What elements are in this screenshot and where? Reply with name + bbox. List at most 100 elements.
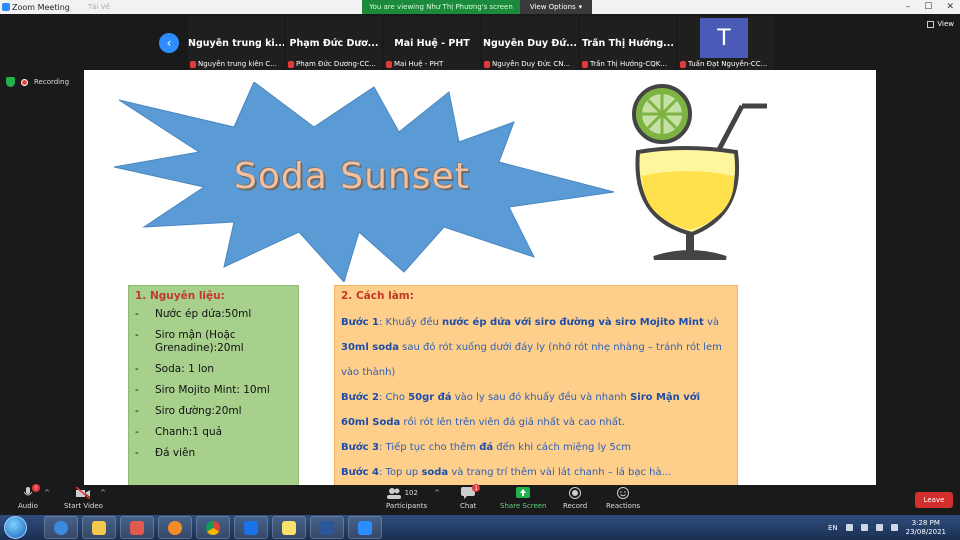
internet-explorer-icon — [54, 520, 68, 535]
participant-tile[interactable]: Trần Thị Hướng... Trần Thị Hướng-CQK... — [580, 16, 676, 70]
system-clock[interactable]: 3:28 PM 23/08/2021 — [906, 519, 946, 537]
tray-arrow-icon[interactable] — [845, 524, 853, 531]
network-icon[interactable] — [860, 524, 868, 531]
recording-icon — [21, 78, 28, 86]
meeting-status: Recording — [6, 77, 69, 87]
window-title: Zoom Meeting — [12, 2, 70, 12]
participant-tile[interactable]: T Tuấn Đạt Nguyễn-CC... — [678, 16, 774, 70]
list-item: - Chanh:1 quả — [135, 426, 223, 438]
audio-options-caret[interactable]: ^ — [44, 489, 50, 497]
audio-button[interactable]: ! Audio — [18, 484, 40, 510]
view-options-button[interactable]: View Options ▾ — [520, 0, 592, 14]
grid-view-icon — [927, 20, 935, 28]
taskbar-app-word[interactable] — [310, 516, 344, 539]
zalo-icon — [244, 520, 258, 535]
zoom-app-icon — [2, 3, 10, 11]
video-options-caret[interactable]: ^ — [100, 489, 106, 497]
method-box: 2. Cách làm: Bước 1: Khuấy đều nước ép d… — [334, 285, 738, 485]
battery-icon[interactable] — [890, 524, 898, 531]
leave-button[interactable]: Leave — [915, 492, 953, 508]
participants-label: Participants — [386, 502, 428, 510]
app-icon — [130, 520, 144, 535]
step-2: Bước 2: Cho 50gr đá vào ly sau đó khuấy … — [341, 392, 701, 428]
share-screen-icon — [516, 487, 531, 499]
ghost-tab-label: Tải Về — [88, 3, 110, 11]
list-item: - Siro mận (Hoặc Grenadine):20ml — [135, 329, 244, 354]
language-indicator[interactable]: EN — [828, 524, 838, 532]
sticky-notes-icon — [282, 520, 296, 535]
taskbar-app-ie[interactable] — [44, 516, 78, 539]
participant-tile[interactable]: Nguyễn trung ki... Nguyễn trung kiên C..… — [188, 16, 284, 70]
viewing-banner: You are viewing Như Thị Phương's screen — [362, 0, 520, 14]
record-button[interactable]: Record — [563, 487, 587, 510]
view-button[interactable]: View — [927, 20, 954, 28]
meeting-toolbar: ! Audio ^ Start Video ^ 102 Participants… — [0, 484, 960, 515]
list-item: - Nước ép dứa:50ml — [135, 308, 252, 320]
taskbar-app-red[interactable] — [120, 516, 154, 539]
participant-name: Mai Huệ - PHT — [394, 38, 470, 49]
chat-label: Chat — [460, 502, 477, 510]
security-shield-icon[interactable] — [6, 77, 15, 87]
participants-count: 102 — [404, 489, 418, 497]
muted-mic-icon — [680, 60, 686, 68]
close-icon[interactable]: ✕ — [946, 0, 954, 14]
participant-name: Nguyễn trung ki... — [188, 38, 284, 49]
participant-label: Trần Thị Hướng-CQK... — [590, 60, 668, 68]
slide-title: Soda Sunset — [234, 156, 470, 197]
taskbar-app-notes[interactable] — [272, 516, 306, 539]
muted-mic-icon — [288, 60, 294, 68]
step-4: Bước 4: Top up soda và trang trí thêm và… — [341, 467, 672, 478]
participants-button[interactable]: 102 Participants — [386, 487, 427, 510]
reactions-button[interactable]: Reactions — [606, 487, 640, 510]
word-icon — [320, 520, 334, 535]
share-screen-button[interactable]: Share Screen — [500, 487, 547, 510]
muted-mic-icon — [190, 60, 196, 68]
participant-label: Phạm Đức Dương-CC... — [296, 60, 376, 68]
previous-page-button[interactable]: ‹ — [159, 33, 179, 53]
record-label: Record — [563, 502, 588, 510]
participant-tile[interactable]: Phạm Đức Dươ... Phạm Đức Dương-CC... — [286, 16, 382, 70]
method-heading: 2. Cách làm: — [341, 290, 414, 302]
participant-label: Tuấn Đạt Nguyễn-CC... — [688, 60, 768, 68]
participants-options-caret[interactable]: ^ — [434, 489, 440, 497]
participant-tile[interactable]: Nguyễn Duy Đứ... Nguyễn Duy Đức CN... — [482, 16, 578, 70]
participant-label: Nguyễn Duy Đức CN... — [492, 60, 571, 68]
recording-label: Recording — [34, 78, 70, 86]
list-item: - Siro đường:20ml — [135, 405, 242, 417]
taskbar-app-media[interactable] — [158, 516, 192, 539]
system-tray: EN 3:28 PM 23/08/2021 — [828, 515, 960, 540]
taskbar-app-zoom[interactable] — [348, 516, 382, 539]
video-off-icon — [75, 486, 91, 500]
os-taskbar: EN 3:28 PM 23/08/2021 — [0, 515, 960, 540]
participant-name: Phạm Đức Dươ... — [289, 38, 379, 49]
list-item: - Soda: 1 lon — [135, 363, 215, 375]
chevron-down-icon: ▾ — [578, 3, 583, 11]
audio-label: Audio — [18, 502, 38, 510]
minimize-icon[interactable]: – — [906, 0, 911, 14]
chat-icon: 1 — [461, 484, 481, 499]
maximize-icon[interactable]: ☐ — [924, 0, 932, 14]
ingredients-heading: 1. Nguyên liệu: — [135, 290, 225, 302]
chevron-left-icon: ‹ — [166, 36, 172, 50]
start-video-label: Start Video — [64, 502, 103, 510]
participant-tile[interactable]: Mai Huệ - PHT Mai Huệ - PHT — [384, 16, 480, 70]
start-video-button[interactable]: Start Video — [64, 486, 103, 510]
participants-icon — [386, 488, 401, 499]
chrome-icon — [206, 520, 220, 535]
taskbar-app-explorer[interactable] — [82, 516, 116, 539]
participant-name: Nguyễn Duy Đứ... — [483, 38, 577, 49]
view-options-label: View Options — [529, 3, 576, 11]
ingredients-list: - Nước ép dứa:50ml - Siro mận (Hoặc Grenad… — [135, 308, 292, 460]
avatar: T — [700, 18, 748, 58]
step-1: Bước 1: Khuấy đều nước ép dứa với siro đ… — [341, 317, 722, 378]
volume-icon[interactable] — [875, 524, 883, 531]
clock-time: 3:28 PM — [911, 518, 940, 527]
list-item: - Đá viên — [135, 447, 196, 459]
start-button-icon[interactable] — [4, 516, 27, 539]
participant-gallery: ‹ Nguyễn trung ki... Nguyễn trung kiên C… — [0, 14, 960, 70]
chat-button[interactable]: 1 Chat — [460, 484, 481, 510]
taskbar-app-chrome[interactable] — [196, 516, 230, 539]
taskbar-app-zalo[interactable] — [234, 516, 268, 539]
muted-mic-icon — [386, 60, 392, 68]
shared-screen: Soda Sunset 1. Nguyên liệu: - Nước ép dứa… — [84, 70, 876, 485]
